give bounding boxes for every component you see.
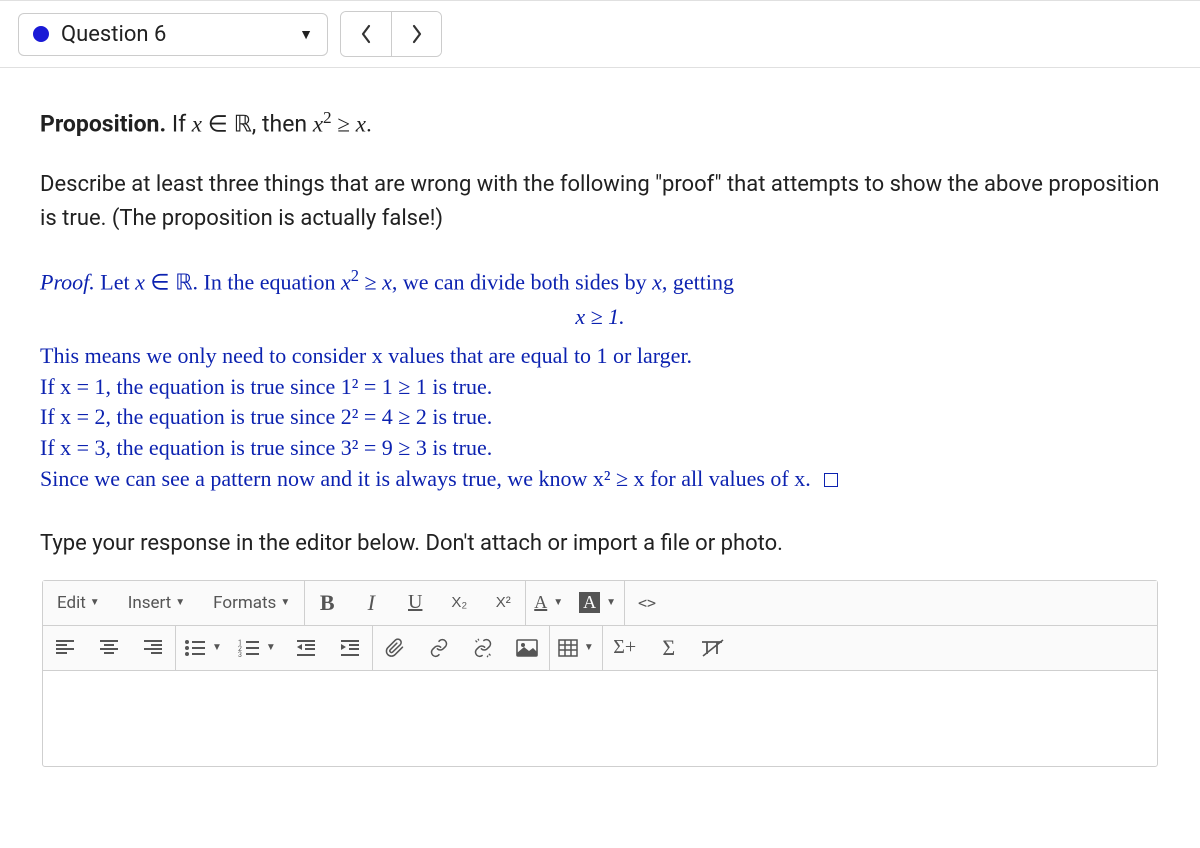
link-button[interactable]: [417, 626, 461, 670]
table-button[interactable]: ▼: [550, 626, 602, 670]
equation-new-button[interactable]: Σ+: [603, 626, 647, 670]
proof-block: Proof. Let x ∈ ℝ. In the equation x2 ≥ x…: [40, 264, 1160, 495]
bold-button[interactable]: B: [305, 581, 349, 625]
chevron-left-icon: [360, 24, 372, 44]
underline-button[interactable]: U: [393, 581, 437, 625]
math-symbol-button[interactable]: [691, 626, 735, 670]
prev-button[interactable]: [341, 12, 391, 56]
align-left-icon: [55, 639, 75, 657]
chevron-down-icon: ▼: [212, 642, 222, 653]
align-left-button[interactable]: [43, 626, 87, 670]
insert-menu[interactable]: Insert▼: [114, 581, 199, 625]
highlight-color-button[interactable]: A▼: [571, 581, 624, 625]
numbered-list-icon: 123: [238, 639, 260, 657]
align-right-icon: [143, 639, 163, 657]
svg-text:3: 3: [238, 651, 242, 657]
image-button[interactable]: [505, 626, 549, 670]
table-icon: [558, 639, 578, 657]
chevron-down-icon: ▼: [266, 642, 276, 653]
subscript-button[interactable]: X₂: [437, 581, 481, 625]
outdent-button[interactable]: [284, 626, 328, 670]
align-center-icon: [99, 639, 119, 657]
text-color-button[interactable]: A▼: [526, 581, 571, 625]
chevron-down-icon: ▼: [90, 597, 100, 608]
italic-button[interactable]: I: [349, 581, 393, 625]
math-pi-icon: [700, 638, 726, 658]
code-button[interactable]: <>: [625, 581, 669, 625]
image-icon: [516, 639, 538, 657]
editor-textarea[interactable]: [43, 670, 1157, 766]
qed-box-icon: [824, 473, 838, 487]
formats-menu[interactable]: Formats▼: [199, 581, 304, 625]
chevron-down-icon: ▼: [584, 642, 594, 653]
edit-menu[interactable]: Edit▼: [43, 581, 114, 625]
chevron-right-icon: [411, 24, 423, 44]
question-label: Question 6: [61, 22, 166, 47]
superscript-button[interactable]: X²: [481, 581, 525, 625]
unlink-button[interactable]: [461, 626, 505, 670]
response-instruction: Type your response in the editor below. …: [40, 531, 1160, 556]
outdent-icon: [296, 639, 316, 657]
question-selector[interactable]: Question 6 ▼: [18, 13, 328, 56]
paperclip-icon: [385, 638, 405, 658]
chevron-down-icon: ▼: [175, 597, 185, 608]
nav-buttons: [340, 11, 442, 57]
question-description: Describe at least three things that are …: [40, 168, 1160, 236]
bullet-list-icon: [184, 639, 206, 657]
status-dot-icon: [33, 26, 49, 42]
align-right-button[interactable]: [131, 626, 175, 670]
chevron-down-icon: ▼: [606, 597, 616, 608]
proposition-label: Proposition.: [40, 111, 166, 138]
align-center-button[interactable]: [87, 626, 131, 670]
unlink-icon: [472, 638, 494, 658]
indent-icon: [340, 639, 360, 657]
chevron-down-icon: ▼: [280, 597, 290, 608]
chevron-down-icon: ▼: [553, 597, 563, 608]
chevron-down-icon: ▼: [299, 26, 313, 43]
rich-text-editor: Edit▼ Insert▼ Formats▼ B I U X₂ X² A▼ A▼: [42, 580, 1158, 767]
next-button[interactable]: [391, 12, 441, 56]
equation-button[interactable]: Σ: [647, 626, 691, 670]
link-icon: [428, 638, 450, 658]
proposition-line: Proposition. If x ∈ ℝ, then x2 ≥ x.: [40, 108, 1160, 138]
attach-button[interactable]: [373, 626, 417, 670]
numbered-list-button[interactable]: 123 ▼: [230, 626, 284, 670]
indent-button[interactable]: [328, 626, 372, 670]
bullet-list-button[interactable]: ▼: [176, 626, 230, 670]
